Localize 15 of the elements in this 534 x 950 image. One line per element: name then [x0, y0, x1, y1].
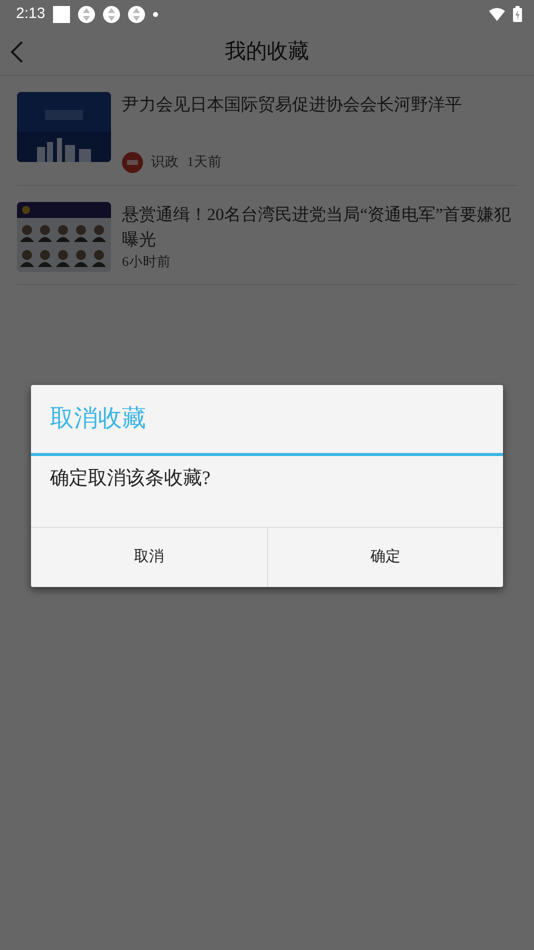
clock-text: 2:13: [16, 4, 46, 24]
battery-charging-icon: [513, 6, 522, 22]
source-logo-icon: [122, 152, 143, 173]
dialog-button[interactable]: 确定: [266, 528, 503, 587]
back-icon[interactable]: [10, 40, 24, 64]
publish-time: 6小时前: [122, 253, 171, 271]
page-title: 我的收藏: [225, 38, 309, 65]
dot-icon: [153, 12, 158, 16]
dialog-title: 取消收藏: [31, 385, 503, 456]
source-name: 识政: [151, 153, 179, 172]
publish-time: 1天前: [187, 153, 222, 172]
dialog-message: 确定取消该条收藏?: [31, 456, 503, 528]
wifi-icon: [489, 8, 505, 20]
square-notification-icon: [53, 6, 70, 22]
dialog-button[interactable]: 取消: [31, 528, 266, 587]
